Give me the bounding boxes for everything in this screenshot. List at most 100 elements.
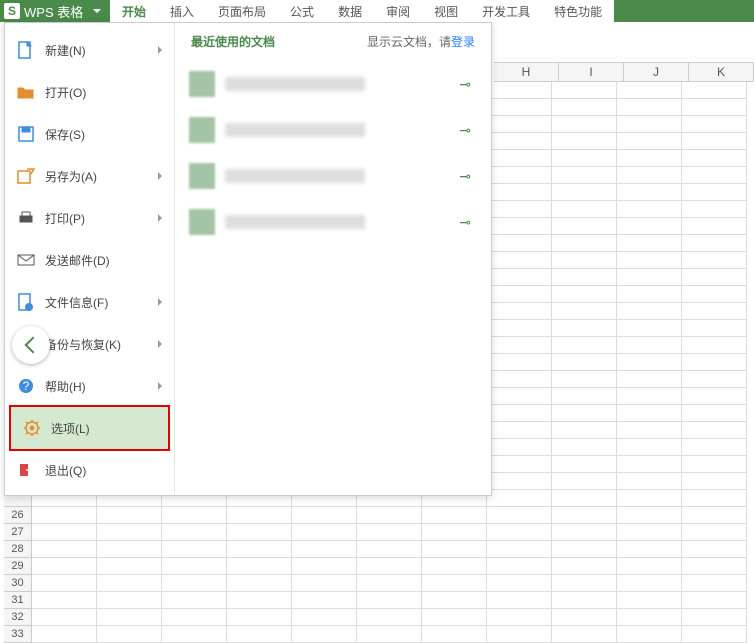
grid-cell[interactable] (617, 490, 682, 507)
grid-cell[interactable] (487, 320, 552, 337)
grid-cell[interactable] (552, 371, 617, 388)
grid-cell[interactable] (617, 133, 682, 150)
grid-cell[interactable] (487, 184, 552, 201)
grid-cell[interactable] (552, 422, 617, 439)
grid-cell[interactable] (552, 507, 617, 524)
grid-cell[interactable] (357, 558, 422, 575)
grid-cell[interactable] (682, 422, 747, 439)
grid-cell[interactable] (292, 507, 357, 524)
grid-cell[interactable] (292, 541, 357, 558)
grid-cell[interactable] (552, 439, 617, 456)
back-button[interactable] (12, 326, 50, 364)
grid-cell[interactable] (617, 150, 682, 167)
grid-cell[interactable] (552, 575, 617, 592)
grid-cell[interactable] (552, 592, 617, 609)
grid-cell[interactable] (552, 184, 617, 201)
grid-cell[interactable] (682, 490, 747, 507)
grid-cell[interactable] (682, 218, 747, 235)
row-header[interactable]: 29 (4, 558, 32, 575)
grid-cell[interactable] (487, 116, 552, 133)
grid-cell[interactable] (292, 626, 357, 643)
grid-cell[interactable] (617, 626, 682, 643)
grid-cell[interactable] (292, 524, 357, 541)
grid-cell[interactable] (422, 592, 487, 609)
grid-cell[interactable] (487, 592, 552, 609)
grid-cell[interactable] (682, 252, 747, 269)
grid-cell[interactable] (682, 286, 747, 303)
grid-cell[interactable] (227, 592, 292, 609)
recent-file-item[interactable]: ⊸ (189, 156, 477, 196)
grid-cell[interactable] (617, 269, 682, 286)
grid-cell[interactable] (617, 456, 682, 473)
grid-cell[interactable] (552, 303, 617, 320)
grid-cell[interactable] (552, 252, 617, 269)
grid-cell[interactable] (422, 626, 487, 643)
grid-cell[interactable] (682, 303, 747, 320)
grid-cell[interactable] (487, 473, 552, 490)
grid-cell[interactable] (617, 82, 682, 99)
grid-cell[interactable] (357, 626, 422, 643)
title-dropdown-icon[interactable] (91, 5, 103, 17)
grid-cell[interactable] (487, 354, 552, 371)
grid-cell[interactable] (97, 626, 162, 643)
grid-cell[interactable] (617, 286, 682, 303)
grid-cell[interactable] (32, 626, 97, 643)
grid-cell[interactable] (552, 286, 617, 303)
grid-cell[interactable] (32, 558, 97, 575)
login-link[interactable]: 登录 (451, 35, 475, 49)
grid-cell[interactable] (617, 354, 682, 371)
grid-cell[interactable] (682, 99, 747, 116)
grid-cell[interactable] (552, 320, 617, 337)
grid-cell[interactable] (422, 609, 487, 626)
grid-cell[interactable] (617, 252, 682, 269)
grid-cell[interactable] (487, 337, 552, 354)
grid-cell[interactable] (32, 524, 97, 541)
grid-cell[interactable] (32, 541, 97, 558)
grid-cell[interactable] (617, 184, 682, 201)
grid-cell[interactable] (552, 626, 617, 643)
grid-cell[interactable] (97, 592, 162, 609)
grid-cell[interactable] (552, 354, 617, 371)
grid-cell[interactable] (487, 218, 552, 235)
grid-cell[interactable] (487, 82, 552, 99)
grid-cell[interactable] (552, 116, 617, 133)
pin-icon[interactable]: ⊸ (459, 76, 471, 93)
grid-cell[interactable] (682, 626, 747, 643)
grid-cell[interactable] (617, 235, 682, 252)
grid-cell[interactable] (617, 507, 682, 524)
grid-cell[interactable] (682, 575, 747, 592)
grid-cell[interactable] (682, 439, 747, 456)
grid-cell[interactable] (487, 507, 552, 524)
grid-cell[interactable] (97, 609, 162, 626)
grid-cell[interactable] (32, 575, 97, 592)
file-menu-item-save[interactable]: 保存(S) (5, 113, 174, 155)
grid-cell[interactable] (422, 558, 487, 575)
file-menu-item-send[interactable]: 发送邮件(D) (5, 239, 174, 281)
grid-cell[interactable] (487, 490, 552, 507)
grid-cell[interactable] (682, 592, 747, 609)
grid-cell[interactable] (682, 541, 747, 558)
grid-cell[interactable] (682, 507, 747, 524)
grid-cell[interactable] (552, 150, 617, 167)
grid-cell[interactable] (357, 575, 422, 592)
grid-cell[interactable] (487, 541, 552, 558)
grid-cell[interactable] (617, 609, 682, 626)
grid-cell[interactable] (487, 405, 552, 422)
col-header-j[interactable]: J (624, 63, 689, 81)
grid-cell[interactable] (617, 320, 682, 337)
grid-cell[interactable] (552, 337, 617, 354)
grid-cell[interactable] (617, 524, 682, 541)
grid-cell[interactable] (487, 286, 552, 303)
grid-cell[interactable] (487, 388, 552, 405)
grid-cell[interactable] (617, 592, 682, 609)
file-menu-item-help[interactable]: ?帮助(H) (5, 365, 174, 407)
grid-cell[interactable] (487, 422, 552, 439)
grid-cell[interactable] (682, 473, 747, 490)
grid-cell[interactable] (97, 541, 162, 558)
grid-cell[interactable] (97, 575, 162, 592)
grid-cell[interactable] (227, 558, 292, 575)
grid-cell[interactable] (487, 609, 552, 626)
file-menu-item-open[interactable]: 打开(O) (5, 71, 174, 113)
pin-icon[interactable]: ⊸ (459, 214, 471, 231)
grid-cell[interactable] (552, 473, 617, 490)
